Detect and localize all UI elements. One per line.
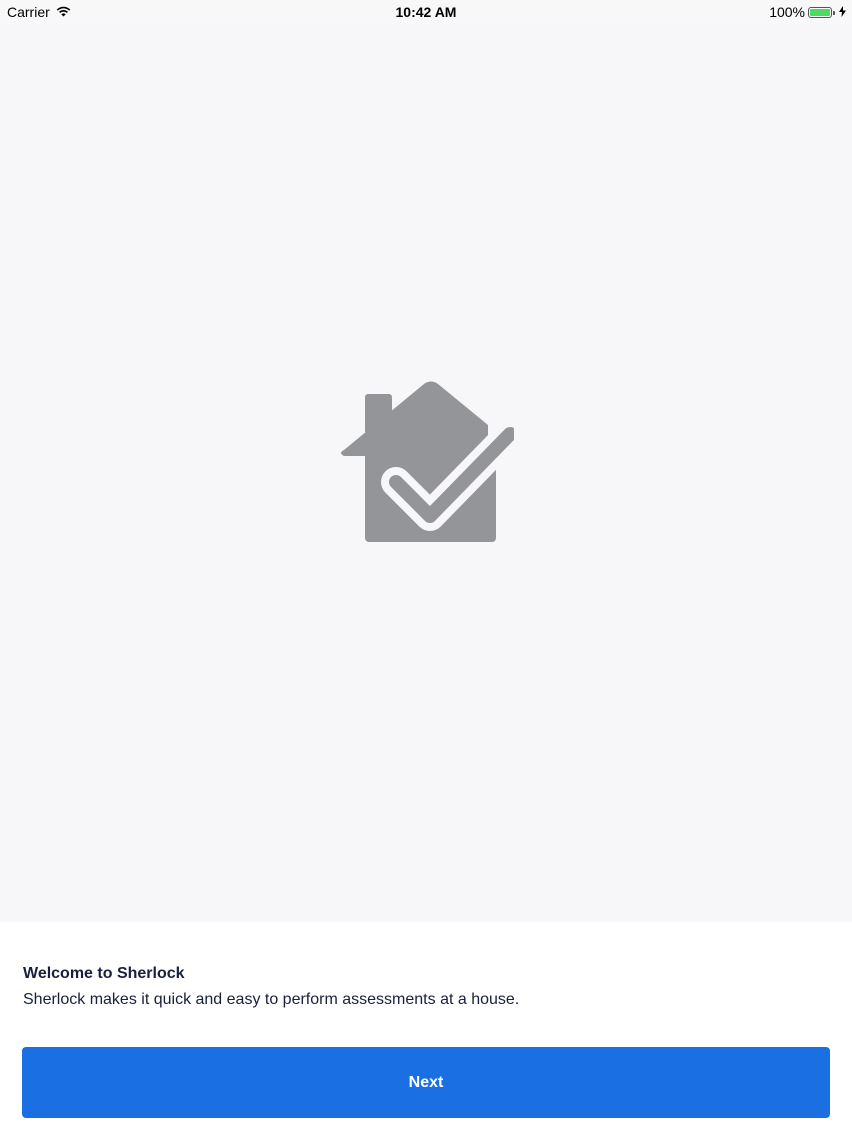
battery-nub xyxy=(833,10,835,15)
hero-area xyxy=(0,24,852,922)
charging-bolt-icon xyxy=(839,4,846,20)
house-check-icon xyxy=(341,381,514,542)
welcome-panel: Welcome to Sherlock Sherlock makes it qu… xyxy=(0,922,852,1136)
battery-percent: 100% xyxy=(769,4,805,20)
welcome-description: Sherlock makes it quick and easy to perf… xyxy=(23,991,520,1008)
app-screen: Carrier 10:42 AM 100% Welcome to Sherloc… xyxy=(0,0,852,1136)
battery-fill xyxy=(810,8,830,16)
status-bar: Carrier 10:42 AM 100% xyxy=(0,0,852,24)
status-right: 100% xyxy=(769,4,846,20)
battery-icon xyxy=(808,6,835,18)
next-button[interactable]: Next xyxy=(22,1047,830,1118)
welcome-title: Welcome to Sherlock xyxy=(23,965,185,982)
status-time: 10:42 AM xyxy=(395,4,457,20)
